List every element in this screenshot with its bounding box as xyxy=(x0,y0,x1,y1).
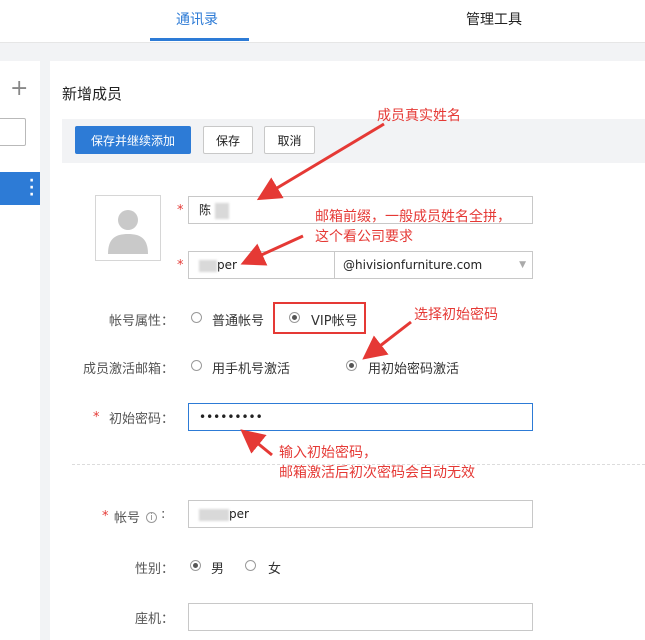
arrow-to-password-activation xyxy=(362,320,412,360)
arrow-to-email-prefix xyxy=(240,234,304,266)
annotation-arrows xyxy=(240,122,412,457)
arrow-to-name-input xyxy=(256,122,385,201)
arrow-to-password-input xyxy=(240,429,273,457)
